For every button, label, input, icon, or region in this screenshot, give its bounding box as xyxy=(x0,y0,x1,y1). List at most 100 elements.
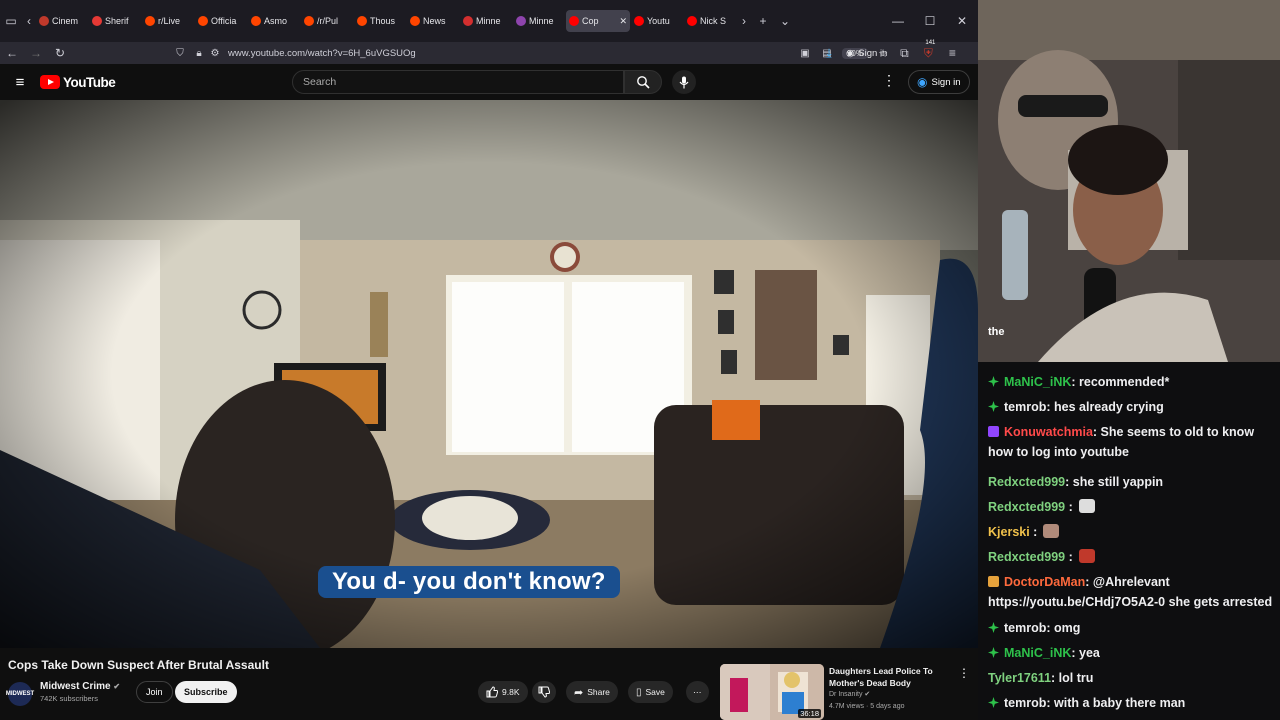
browser-tab[interactable]: Minne xyxy=(513,10,565,32)
search-button[interactable] xyxy=(624,70,662,94)
subscriber-badge-icon xyxy=(988,647,999,658)
ublock-icon[interactable]: ⛨ 141 xyxy=(921,40,936,61)
chat-message: temrob: with a baby there man xyxy=(988,693,1185,713)
channel-name[interactable]: Midwest Crime ✔ xyxy=(40,681,120,692)
tab-label: Nick S xyxy=(700,16,727,26)
browser-tab[interactable]: Officia xyxy=(195,10,247,32)
youtube-signin-button[interactable]: ◉ Sign in xyxy=(908,70,970,94)
dislike-button[interactable] xyxy=(532,681,556,703)
browser-tab[interactable]: Cinem xyxy=(36,10,88,32)
youtube-logo[interactable]: YouTube xyxy=(40,75,116,90)
like-count: 9.8K xyxy=(502,687,520,697)
minimize-icon[interactable]: — xyxy=(882,14,914,28)
channel-name-text: Midwest Crime xyxy=(40,681,111,692)
browser-tab[interactable]: Cop ✕ xyxy=(566,10,630,32)
like-button[interactable]: 9.8K xyxy=(478,681,528,703)
browser-tab[interactable]: Thous xyxy=(354,10,406,32)
user-circle-icon: ◉ xyxy=(917,75,928,89)
chat-text: : she still yappin xyxy=(1065,475,1164,489)
chat-text: : omg xyxy=(1046,621,1081,635)
chat-username[interactable]: temrob xyxy=(1004,621,1046,635)
browser-tab[interactable]: Asmo xyxy=(248,10,300,32)
save-button[interactable]: ▯ Save xyxy=(628,681,673,703)
recommended-thumbnail[interactable]: 36:18 xyxy=(720,664,824,720)
chat-message: Redxcted999 : xyxy=(988,497,1095,517)
join-button[interactable]: Join xyxy=(136,681,173,703)
tab-label: Asmo xyxy=(264,16,288,26)
tab-overview-icon[interactable]: ▭ xyxy=(0,10,22,32)
chat-emote-icon xyxy=(1078,549,1095,563)
chat-username[interactable]: Redxcted999 xyxy=(988,550,1065,564)
browser-tab[interactable]: Nick S xyxy=(684,10,736,32)
chat-username[interactable]: MaNiC_iNK xyxy=(1004,646,1071,660)
browser-tab[interactable]: News xyxy=(407,10,459,32)
ublock-badge: 141 xyxy=(925,39,936,46)
browser-tab[interactable]: Youtu xyxy=(631,10,683,32)
app-menu-icon[interactable]: ≡ xyxy=(945,46,959,60)
more-actions-button[interactable]: ⋯ xyxy=(686,681,709,703)
chat-text: : yea xyxy=(1071,646,1100,660)
chat-message: MaNiC_iNK: yea xyxy=(988,643,1100,663)
chat-username[interactable]: Konuwatchmia xyxy=(1004,425,1093,439)
browser-tab[interactable]: Sherif xyxy=(89,10,141,32)
chat-username[interactable]: temrob xyxy=(1004,696,1046,710)
navigation-bar: ← → ↻ ⛉ 🔒︎ ⚙ www.youtube.com/watch?v=6H_… xyxy=(0,40,978,64)
channel-avatar[interactable]: MIDWEST xyxy=(6,682,34,706)
chat-username[interactable]: Redxcted999 xyxy=(988,475,1065,489)
recommended-duration: 36:18 xyxy=(798,709,821,718)
tab-label: Youtu xyxy=(647,16,670,26)
new-tab-icon[interactable]: + xyxy=(752,10,774,32)
browser-tab[interactable]: Minne xyxy=(460,10,512,32)
tab-favicon-icon xyxy=(410,16,420,26)
search-input[interactable]: Search xyxy=(292,70,624,94)
tab-strip: ▭ ‹ Cinem Sherif r/Live Officia Asmo/r/Pul Th… xyxy=(0,0,978,42)
tab-favicon-icon xyxy=(463,16,473,26)
share-button[interactable]: ➦ Share xyxy=(566,681,618,703)
recommended-meta: 4.7M views · 5 days ago xyxy=(829,703,905,710)
reload-icon[interactable]: ↻ xyxy=(48,46,72,60)
url-field[interactable]: www.youtube.com/watch?v=6H_6uVGSUOg xyxy=(228,48,416,59)
close-tab-icon[interactable]: ✕ xyxy=(619,16,627,27)
chat-username[interactable]: temrob xyxy=(1004,400,1046,414)
bookmark-icon: ▯ xyxy=(636,686,642,698)
hamburger-menu-icon[interactable]: ≡ xyxy=(0,74,40,91)
maximize-icon[interactable]: ☐ xyxy=(914,14,946,28)
recommended-title[interactable]: Daughters Lead Police To Mother's Dead B… xyxy=(829,665,949,689)
downloads-icon[interactable]: ⤓ xyxy=(822,46,836,61)
recommended-channel-text: Dr Insanity xyxy=(829,691,863,698)
picture-in-picture-icon[interactable]: ▣ xyxy=(798,48,812,59)
tab-list-dropdown-icon[interactable]: ⌄ xyxy=(774,10,796,32)
tab-favicon-icon xyxy=(357,16,367,26)
tab-label: /r/Pul xyxy=(317,16,339,26)
more-options-icon[interactable]: ⋮ xyxy=(882,72,896,89)
video-player[interactable]: You d- you don't know? xyxy=(0,100,978,648)
tracking-shield-icon[interactable]: ⛉ xyxy=(168,48,192,59)
subscribe-button[interactable]: Subscribe xyxy=(175,681,237,703)
chat-username[interactable]: DoctorDaMan xyxy=(1004,575,1085,589)
chat-username[interactable]: Redxcted999 xyxy=(988,500,1065,514)
subscriber-count: 742K subscribers xyxy=(40,694,98,703)
forward-icon[interactable]: → xyxy=(24,46,48,60)
extensions-icon[interactable]: ⧉ xyxy=(897,46,911,61)
back-icon[interactable]: ← xyxy=(0,46,24,60)
tab-scroll-left-icon[interactable]: ‹ xyxy=(22,10,36,32)
browser-account-button[interactable]: ◉ Sign in xyxy=(846,48,887,59)
chat-username[interactable]: MaNiC_iNK xyxy=(1004,375,1071,389)
tab-favicon-icon xyxy=(145,16,155,26)
lock-icon[interactable]: 🔒︎ xyxy=(192,48,206,59)
voice-search-button[interactable] xyxy=(672,70,696,94)
recommended-more-icon[interactable]: ⋮ xyxy=(958,666,970,680)
tab-favicon-icon xyxy=(198,16,208,26)
recommended-channel[interactable]: Dr Insanity ✔ xyxy=(829,690,870,698)
close-window-icon[interactable]: ✕ xyxy=(946,14,978,28)
chat-message: Konuwatchmia: She seems to old to know h… xyxy=(988,422,1280,462)
browser-tab[interactable]: /r/Pul xyxy=(301,10,353,32)
permissions-icon[interactable]: ⚙ xyxy=(206,48,224,59)
browser-window: ▭ ‹ Cinem Sherif r/Live Officia Asmo/r/Pul Th… xyxy=(0,0,978,720)
chat-username[interactable]: Kjerski xyxy=(988,525,1030,539)
chat-username[interactable]: Tyler17611 xyxy=(988,671,1051,685)
browser-tab[interactable]: r/Live xyxy=(142,10,194,32)
tab-scroll-right-icon[interactable]: › xyxy=(736,10,752,32)
subscriber-badge-icon xyxy=(988,376,999,387)
chat-message: Redxcted999: she still yappin xyxy=(988,472,1163,492)
